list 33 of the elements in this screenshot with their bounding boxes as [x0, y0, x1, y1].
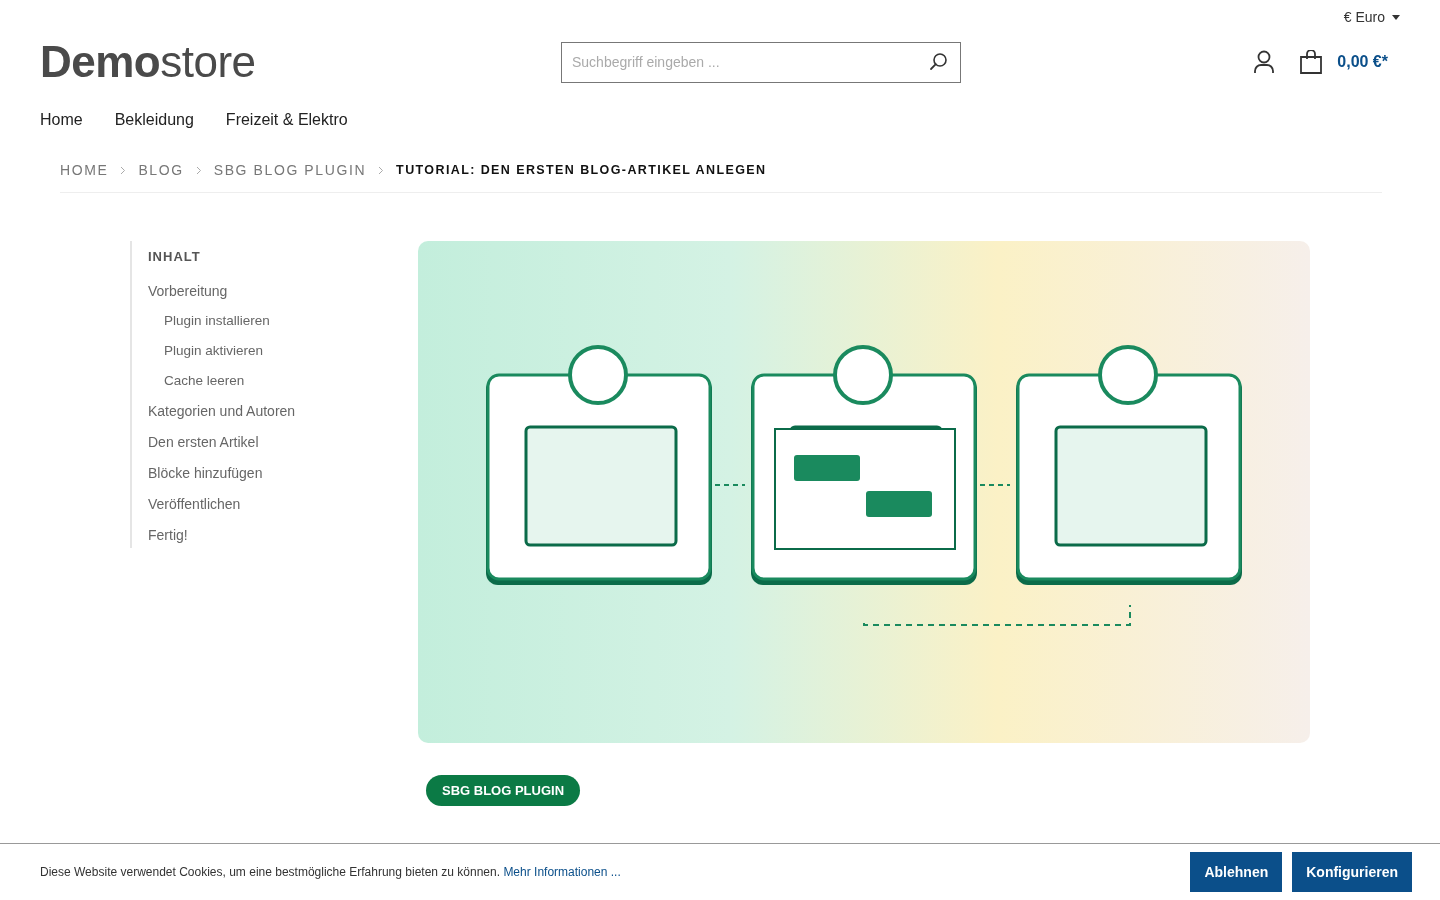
cookie-button[interactable]: Ablehnen — [1190, 852, 1283, 892]
breadcrumb-current: TUTORIAL: DEN ERSTEN BLOG-ARTIKEL ANLEGEN — [396, 163, 767, 177]
cart-total[interactable]: 0,00 €* — [1337, 53, 1388, 71]
toc-link[interactable]: Plugin aktivieren — [164, 342, 370, 360]
cookie-notice: Diese Website verwendet Cookies, um eine bestmögliche Erfahrung bieten zu können. Mehr Informationen ... — [40, 865, 621, 879]
chevron-icon — [195, 165, 202, 175]
category-badge[interactable]: SBG BLOG PLUGIN — [426, 775, 581, 806]
search-icon[interactable] — [929, 51, 949, 72]
toc-link[interactable]: Kategorien und Autoren — [148, 402, 370, 420]
chevron-icon — [378, 165, 385, 175]
toc-link[interactable]: Blöcke hinzufügen — [148, 464, 370, 482]
nav-link[interactable]: Freizeit & Elektro — [225, 102, 348, 150]
more-info-link[interactable]: Mehr Informationen ... — [503, 865, 621, 879]
toc-link[interactable]: Cache leeren — [164, 372, 370, 390]
breadcrumb-link[interactable]: BLOG — [138, 162, 184, 178]
toc-link[interactable]: Vorbereitung — [148, 282, 370, 300]
search-field[interactable]: Suchbegriff eingeben ... — [561, 41, 961, 83]
account-icon[interactable] — [1253, 50, 1276, 74]
shopping-bag-icon[interactable] — [1299, 50, 1324, 74]
toc-link[interactable]: Plugin installieren — [164, 312, 370, 330]
currency-dropdown[interactable]: € Euro — [1343, 9, 1400, 25]
logo[interactable]: Demostore — [40, 40, 561, 84]
breadcrumb-link[interactable]: HOME — [60, 162, 109, 178]
caret-icon — [1392, 14, 1400, 20]
toc-heading: INHALT — [148, 249, 202, 264]
nav-link[interactable]: Bekleidung — [114, 102, 194, 150]
chevron-icon — [120, 165, 127, 175]
nav-link[interactable]: Home — [40, 102, 83, 150]
breadcrumb-link[interactable]: SBG BLOG PLUGIN — [213, 162, 367, 178]
cookie-button[interactable]: Konfigurieren — [1292, 852, 1412, 892]
toc-link[interactable]: Veröffentlichen — [148, 495, 370, 513]
toc-link[interactable]: Den ersten Artikel — [148, 433, 370, 451]
toc-link[interactable]: Fertig! — [148, 526, 370, 544]
